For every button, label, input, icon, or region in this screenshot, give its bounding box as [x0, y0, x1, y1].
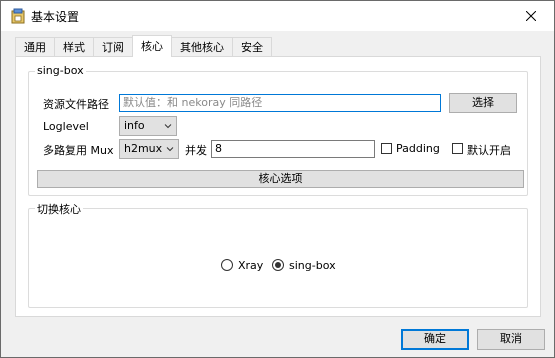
chevron-down-icon [166, 147, 174, 152]
asset-path-input[interactable]: 默认值：和 nekoray 同路径 [119, 94, 441, 112]
title-bar: 基本设置 [1, 1, 554, 31]
padding-label: Padding [396, 142, 440, 155]
asset-path-label: 资源文件路径 [43, 98, 109, 111]
tab-style[interactable]: 样式 [54, 37, 94, 57]
close-button[interactable] [508, 1, 554, 31]
singbox-group: sing-box 资源文件路径 默认值：和 nekoray 同路径 选择 Log… [28, 64, 528, 196]
core-options-button[interactable]: 核心选项 [37, 170, 524, 188]
window-title: 基本设置 [31, 10, 80, 24]
loglevel-select[interactable]: info [119, 116, 177, 136]
tab-core[interactable]: 核心 [132, 35, 172, 57]
switch-core-group-title: 切换核心 [35, 201, 83, 217]
select-path-button[interactable]: 选择 [449, 93, 517, 113]
chevron-down-icon [164, 124, 172, 129]
default-on-label: 默认开启 [467, 144, 511, 157]
tab-security[interactable]: 安全 [232, 37, 272, 57]
cancel-button[interactable]: 取消 [477, 329, 545, 350]
ok-button[interactable]: 确定 [401, 329, 469, 350]
close-icon [526, 11, 536, 21]
concurrency-input[interactable]: 8 [211, 140, 375, 158]
default-on-checkbox[interactable] [452, 143, 463, 154]
radio-singbox-label: sing-box [289, 259, 336, 272]
tab-other-cores[interactable]: 其他核心 [171, 37, 233, 57]
mux-protocol-value: h2mux [124, 142, 163, 155]
mux-protocol-select[interactable]: h2mux [119, 139, 179, 159]
radio-singbox[interactable] [272, 259, 284, 271]
radio-xray[interactable] [221, 259, 233, 271]
tab-bar: 通用 样式 订阅 核心 其他核心 安全 [15, 35, 272, 57]
switch-core-group: 切换核心 Xray sing-box [28, 201, 528, 308]
core-tab-panel: sing-box 资源文件路径 默认值：和 nekoray 同路径 选择 Log… [15, 56, 541, 317]
app-icon [11, 8, 25, 24]
tab-general[interactable]: 通用 [15, 37, 55, 57]
padding-checkbox[interactable] [381, 143, 392, 154]
concurrency-label: 并发 [185, 144, 207, 157]
loglevel-label: Loglevel [43, 120, 89, 133]
singbox-group-title: sing-box [35, 64, 86, 77]
loglevel-value: info [124, 119, 145, 132]
settings-dialog: 基本设置 通用 样式 订阅 核心 其他核心 安全 sing-box 资源文件路径… [0, 0, 555, 358]
mux-label: 多路复用 Mux [43, 144, 114, 157]
tab-subscription[interactable]: 订阅 [93, 37, 133, 57]
radio-xray-label: Xray [238, 259, 264, 272]
